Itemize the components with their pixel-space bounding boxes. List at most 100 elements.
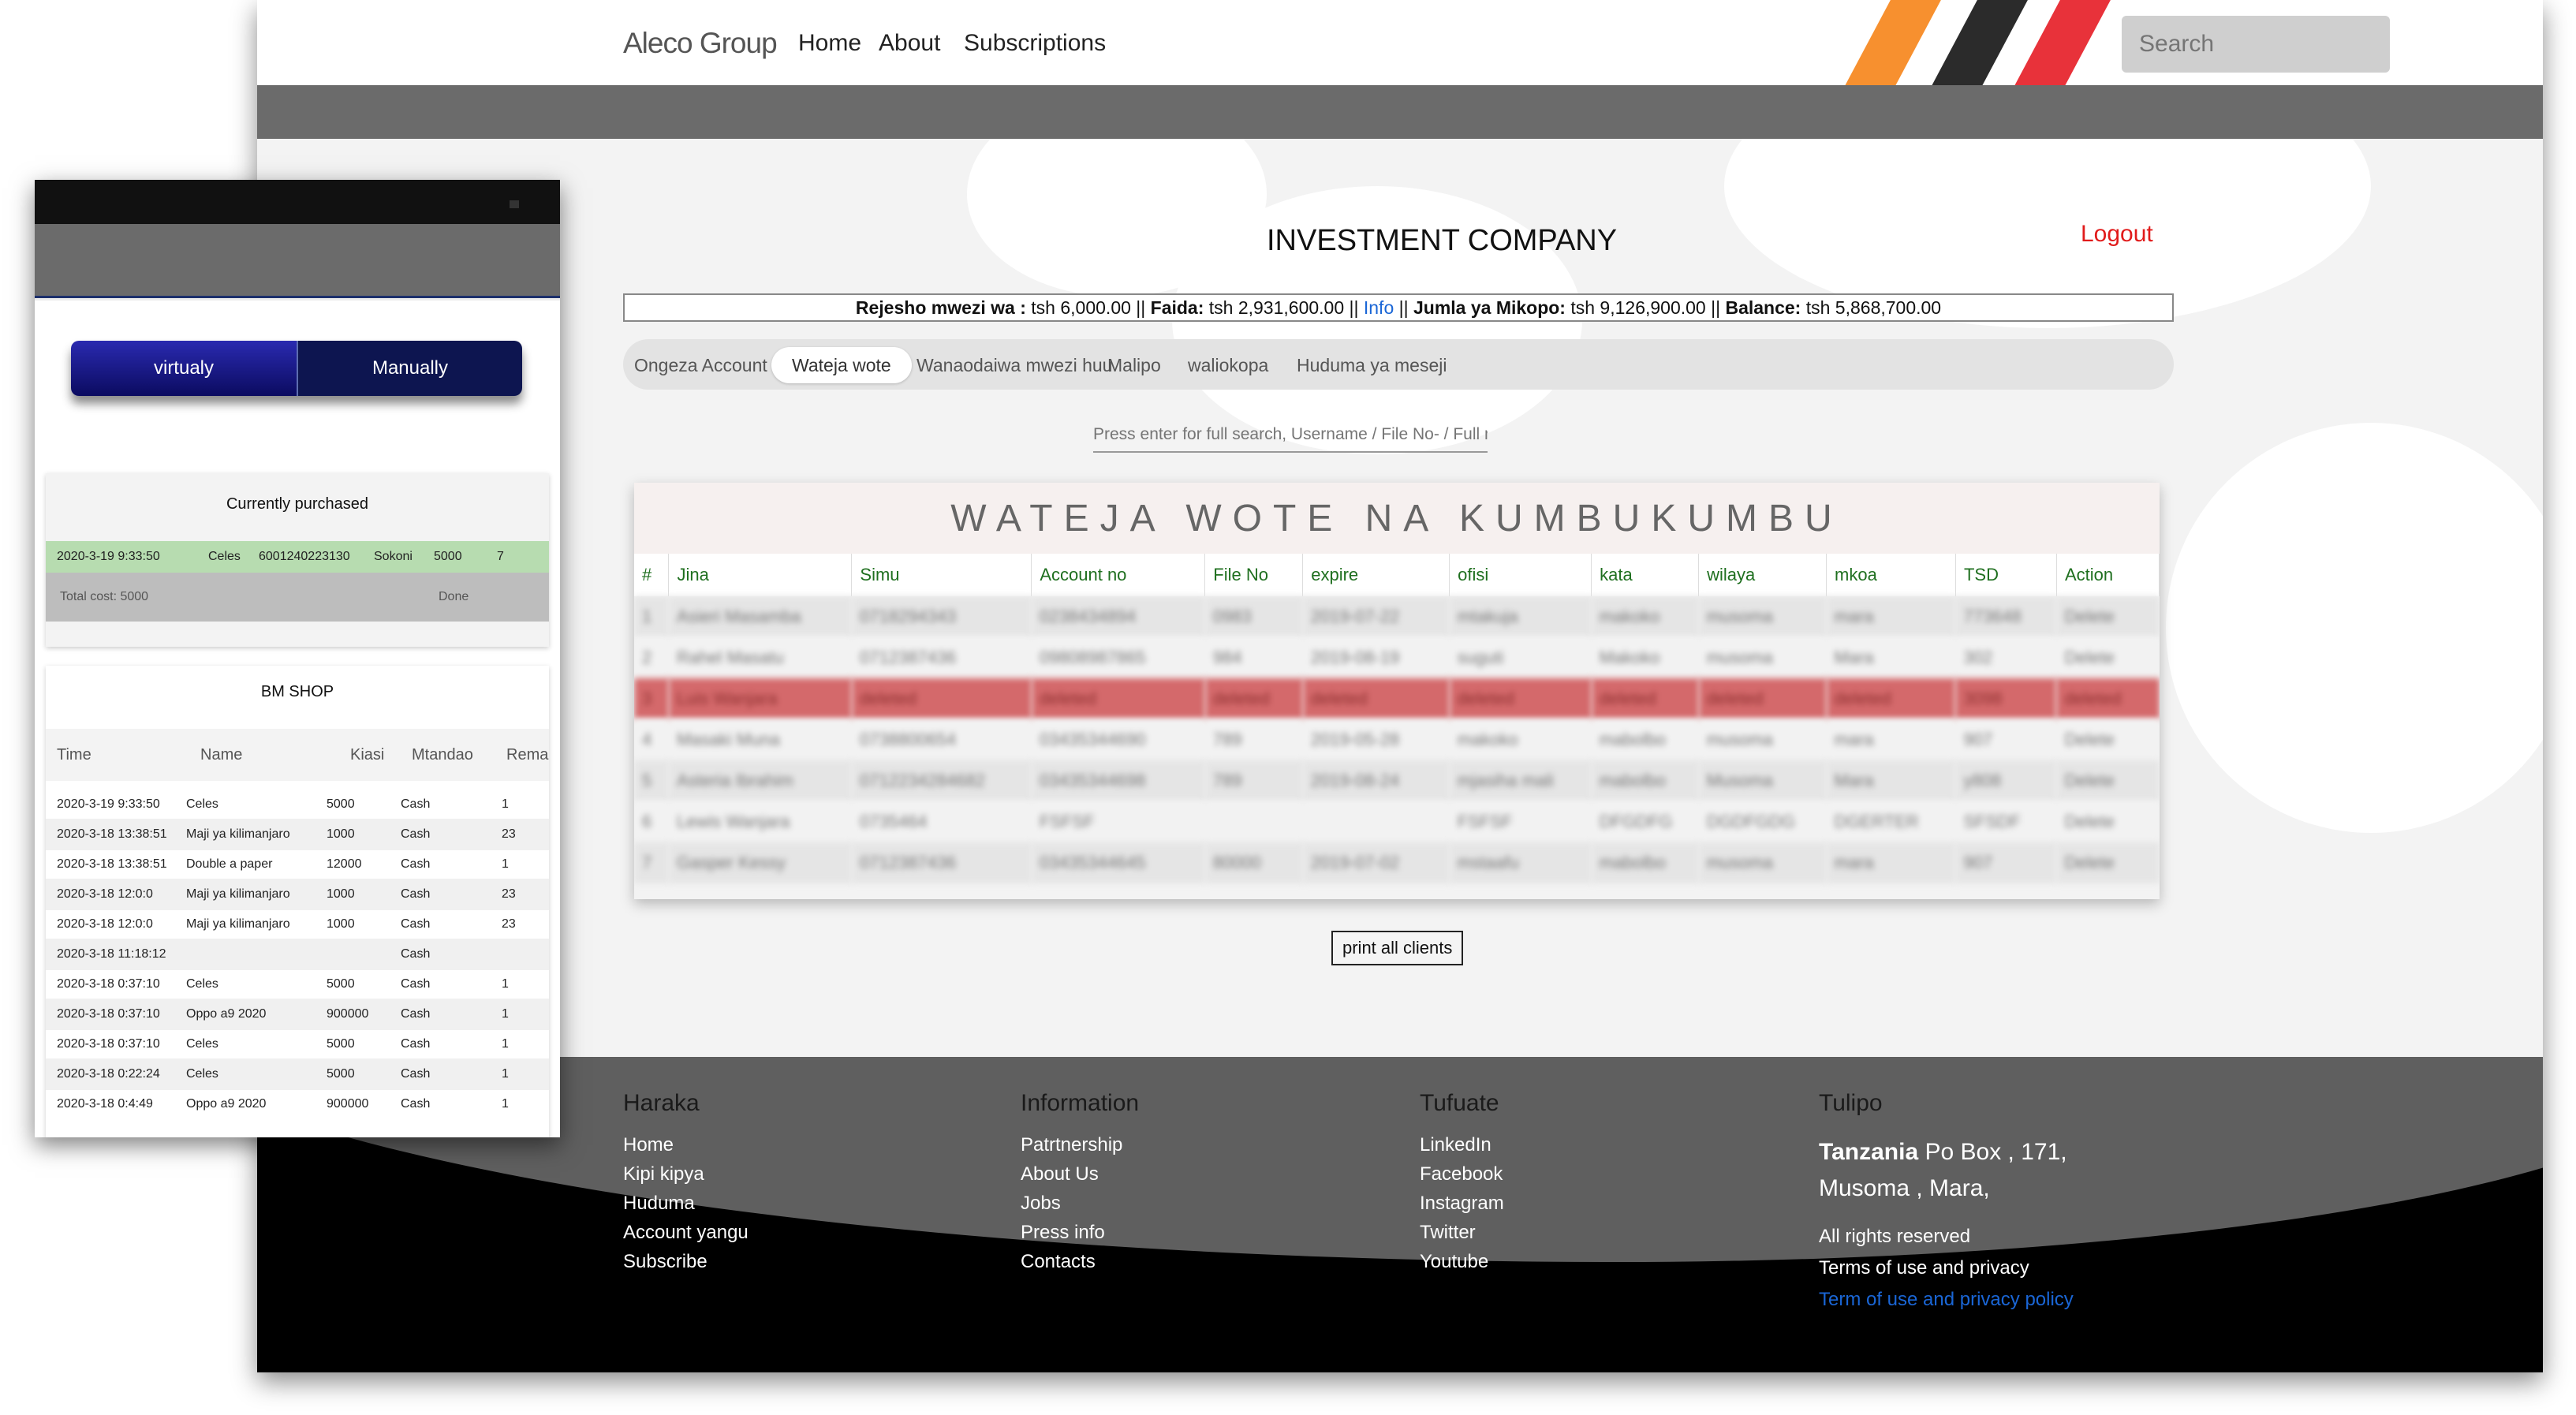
row-action[interactable]: deleted (2056, 678, 2160, 719)
list-item[interactable]: 2020-3-18 12:0:0 Maji ya kilimanjaro 1000 C… (46, 909, 549, 940)
table-cell: 0712387436 (851, 637, 1032, 678)
column-header[interactable]: wilaya (1698, 554, 1827, 596)
list-item[interactable]: 2020-3-18 0:37:10 Celes 5000 Cash 1 (46, 1029, 549, 1060)
list-item-cell: Celes (186, 977, 218, 991)
table-row[interactable]: 7 Gasper Kessy 0712387436 03435344645 80000 2… (634, 842, 2160, 883)
nav-subscriptions-link[interactable]: Subscriptions (964, 30, 1106, 57)
table-card-header: WATEJA WOTE NA KUMBUKUMBU (634, 483, 2160, 554)
tab-wateja-wote[interactable]: Wateja wote (771, 347, 912, 383)
list-item-cell: 1 (502, 1067, 509, 1081)
column-header[interactable]: Simu (851, 554, 1032, 596)
list-item[interactable]: 2020-3-18 11:18:12 Cash (46, 939, 549, 970)
list-item[interactable]: 2020-3-18 13:38:51 Maji ya kilimanjaro 100… (46, 819, 549, 850)
table-row[interactable]: 1 Asieri Masamba 0718294343 0238434894 0983 2… (634, 596, 2160, 637)
list-item-cell: Cash (401, 1037, 431, 1051)
table-cell: makoko (1591, 596, 1699, 637)
column-header[interactable]: mkoa (1826, 554, 1956, 596)
row-action[interactable]: Delete (2056, 842, 2160, 883)
table-cell: 4 (634, 719, 669, 760)
menu-icon[interactable] (510, 200, 519, 208)
list-item[interactable]: 2020-3-18 13:38:51 Double a paper 12000 Cas… (46, 849, 549, 880)
list-item-cell: 5000 (327, 1037, 355, 1051)
footer-link-twitter[interactable]: Twitter (1420, 1222, 1504, 1251)
table-cell: 03435344690 (1031, 719, 1205, 760)
tab-wanaodaiwa[interactable]: Wanaodaiwa mwezi huu (917, 347, 1112, 383)
list-item-cell: 2020-3-18 0:22:24 (57, 1067, 160, 1081)
footer-heading: Tulipo (1819, 1090, 1883, 1116)
nav-about-link[interactable]: About (879, 30, 940, 57)
footer-link-about-us[interactable]: About Us (1021, 1163, 1139, 1193)
logout-link[interactable]: Logout (2081, 221, 2153, 248)
footer-link-account[interactable]: Account yangu (623, 1222, 749, 1251)
balance-summary: Rejesho mwezi wa : tsh 6,000.00 || Faida… (623, 293, 2174, 322)
row-action[interactable]: Delete (2056, 760, 2160, 801)
done-button[interactable]: Done (439, 590, 469, 604)
table-cell: 03435344645 (1031, 842, 1205, 883)
list-item[interactable]: 2020-3-18 12:0:0 Maji ya kilimanjaro 1000 C… (46, 879, 549, 910)
tab-malipo[interactable]: Malipo (1107, 347, 1161, 383)
footer-link-facebook[interactable]: Facebook (1420, 1163, 1504, 1193)
footer-link-home[interactable]: Home (623, 1134, 749, 1163)
column-header[interactable]: expire (1302, 554, 1450, 596)
list-item[interactable]: 2020-3-18 0:22:24 Celes 5000 Cash 1 (46, 1058, 549, 1090)
table-cell: musoma (1698, 842, 1827, 883)
footer-link-instagram[interactable]: Instagram (1420, 1193, 1504, 1222)
table-cell: deleted (1698, 678, 1827, 719)
row-action[interactable]: Delete (2056, 637, 2160, 678)
terms-policy-link[interactable]: Term of use and privacy policy (1819, 1289, 2103, 1311)
search-input[interactable] (2122, 16, 2390, 73)
list-item[interactable]: 2020-3-18 0:37:10 Oppo a9 2020 900000 Cash 1 (46, 999, 549, 1030)
table-row[interactable]: 6 Lewis Wanjara 0735464 FSFSF FSFSF DFGDFG DGD… (634, 801, 2160, 842)
info-link[interactable]: Info (1364, 297, 1394, 318)
list-item-cell: Cash (401, 887, 431, 901)
nav-home-link[interactable]: Home (798, 30, 861, 57)
tab-huduma-ya-meseji[interactable]: Huduma ya meseji (1297, 347, 1447, 383)
column-header[interactable]: File No (1204, 554, 1304, 596)
footer-rights: All rights reserved (1819, 1226, 1971, 1247)
footer-link-youtube[interactable]: Youtube (1420, 1251, 1504, 1280)
column-header[interactable]: Jina (668, 554, 853, 596)
virtual-mode-button[interactable]: virtualy (71, 341, 297, 396)
column-header[interactable]: kata (1591, 554, 1700, 596)
table-row[interactable]: 4 Masaki Muna 0738800654 03435344690 789 2019… (634, 719, 2160, 760)
footer-link-subscribe[interactable]: Subscribe (623, 1251, 749, 1280)
column-header[interactable]: Account no (1031, 554, 1206, 596)
table-cell: suguti (1449, 637, 1592, 678)
footer-link-kipi-kipya[interactable]: Kipi kipya (623, 1163, 749, 1193)
footer-link-linkedin[interactable]: LinkedIn (1420, 1134, 1504, 1163)
footer-link-huduma[interactable]: Huduma (623, 1193, 749, 1222)
table-cell: deleted (1591, 678, 1699, 719)
manual-mode-button[interactable]: Manually (297, 341, 522, 396)
bm-shop-card: BM SHOP Time Name Kiasi Mtandao Rema 202… (46, 666, 549, 1137)
purchased-row[interactable]: 2020-3-19 9:33:50 Celes 6001240223130 So… (46, 541, 549, 573)
clients-table-body: 1 Asieri Masamba 0718294343 0238434894 0983 2… (634, 596, 2160, 883)
list-item-cell: 5000 (327, 977, 355, 991)
list-item-cell: 900000 (327, 1007, 369, 1021)
table-cell: deleted (1204, 678, 1303, 719)
row-action[interactable]: Delete (2056, 596, 2160, 637)
tab-ongeza-account[interactable]: Ongeza Account (634, 347, 767, 383)
footer-link-press-info[interactable]: Press info (1021, 1222, 1139, 1251)
row-action[interactable]: Delete (2056, 719, 2160, 760)
list-item[interactable]: 2020-3-19 9:33:50 Celes 5000 Cash 1 (46, 789, 549, 820)
purchase-location: Sokoni (374, 550, 413, 563)
client-search-input[interactable] (1093, 418, 1488, 453)
footer-link-partnership[interactable]: Patrtnership (1021, 1134, 1139, 1163)
brand-logo[interactable]: Aleco Group (623, 27, 778, 60)
list-item[interactable]: 2020-3-18 0:4:49 Oppo a9 2020 900000 Cash 1 (46, 1088, 549, 1120)
list-item[interactable]: 2020-3-18 0:37:10 Celes 5000 Cash 1 (46, 969, 549, 1000)
footer-link-contacts[interactable]: Contacts (1021, 1251, 1139, 1280)
column-header[interactable]: TSD (1955, 554, 2057, 596)
tab-waliokopa[interactable]: waliokopa (1188, 347, 1268, 383)
list-item-cell: 2020-3-18 12:0:0 (57, 887, 153, 901)
table-row[interactable]: 5 Asteria Ibrahim 0712234284682 03435344698… (634, 760, 2160, 801)
table-row[interactable]: 2 Rahel Masatu 0712387436 09808987865 984 201… (634, 637, 2160, 678)
footer-col-information: Information Patrtnership About Us Jobs P… (1021, 1090, 1139, 1280)
column-header[interactable]: ofisi (1449, 554, 1592, 596)
table-row[interactable]: 3 Luis Wanjara deleted deleted deleted delete… (634, 678, 2160, 719)
footer-link-jobs[interactable]: Jobs (1021, 1193, 1139, 1222)
table-cell: mabolbo (1591, 719, 1699, 760)
row-action[interactable]: Delete (2056, 801, 2160, 842)
print-all-clients-button[interactable]: print all clients (1331, 931, 1464, 965)
list-item-cell: Cash (401, 1097, 431, 1111)
